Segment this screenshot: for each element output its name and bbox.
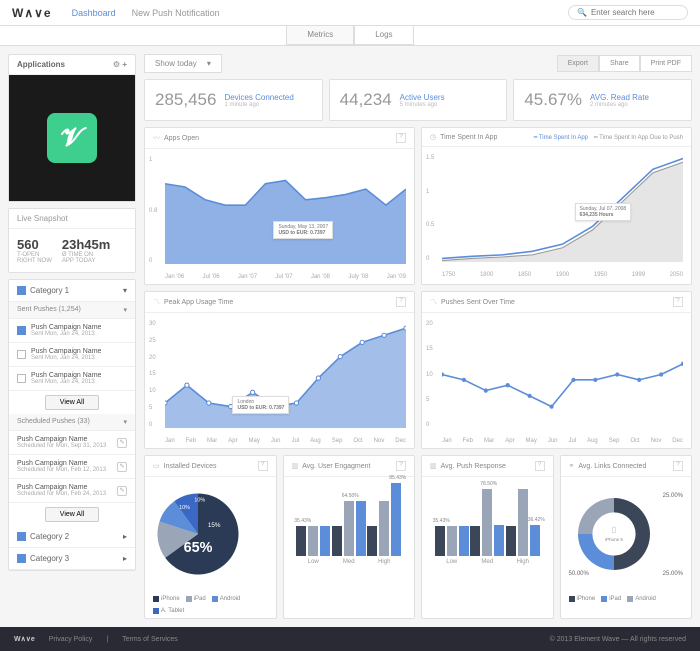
stat-card: 45.67%AVG. Read Rate2 minutes ago [513,79,692,121]
campaign-item[interactable]: Push Campaign NameSent Mon, Jan 24, 2013 [9,367,135,391]
svg-text:▯: ▯ [611,525,615,534]
svg-text:10%: 10% [179,505,190,511]
chart-icon: 〰 [153,133,160,143]
search-icon: 🔍 [577,8,587,17]
push-response-chart: ▥Avg. Push Response? 35.43%Low78.50%Med3… [421,455,554,619]
export-button[interactable]: Export [557,55,599,72]
footer-logo: W∧∨e [14,635,35,643]
open-now-value: 560 [17,237,52,252]
category-2[interactable]: Category 2▸ [9,526,135,548]
share-button[interactable]: Share [599,55,640,72]
checkbox-icon [17,286,26,295]
edit-icon[interactable]: ✎ [117,462,127,472]
scheduled-pushes-dropdown[interactable]: Scheduled Pushes (33)▾ [9,414,135,431]
search-box[interactable]: 🔍 [568,5,688,20]
help-icon[interactable]: ? [673,461,683,471]
plus-icon[interactable]: + [122,60,127,69]
help-icon[interactable]: ? [396,133,406,143]
applications-header: Applications ⚙ + [9,55,135,75]
gear-icon[interactable]: ⚙ [113,60,120,69]
edit-icon[interactable]: ✎ [117,438,127,448]
tab-metrics[interactable]: Metrics [286,26,354,45]
help-icon[interactable]: ? [396,297,406,307]
apps-open-chart: 〰Apps Open? 10.80Jan '06Jul '06Jan '07Ju… [144,127,415,285]
main-content: Show today▾ Export Share Print PDF 285,4… [144,54,692,619]
campaign-item[interactable]: Push Campaign NameScheduled for Mon, Feb… [9,479,135,503]
campaign-item[interactable]: Push Campaign NameScheduled for Mon, Sep… [9,431,135,455]
print-pdf-button[interactable]: Print PDF [640,55,692,72]
help-icon[interactable]: ? [535,461,545,471]
installed-devices-chart: ▭Installed Devices? 65%15%10%10% iPhonei… [144,455,277,619]
chevron-down-icon: ▾ [123,286,127,295]
clock-icon: ◷ [430,133,436,141]
nav-dashboard[interactable]: Dashboard [72,8,116,18]
tab-logs[interactable]: Logs [354,26,413,45]
view-all-button[interactable]: View All [45,507,99,522]
category-3[interactable]: Category 3▸ [9,548,135,570]
nav-push[interactable]: New Push Notification [132,8,220,18]
campaign-item[interactable]: Push Campaign NameScheduled for Mon, Feb… [9,455,135,479]
stat-card: 44,234Active Users5 minutes ago [329,79,508,121]
time-spent-chart: ◷Time Spent In App ━ Time Spent In App━ … [421,127,692,285]
peak-usage-chart: 〽Peak App Usage Time? 302520151050JanFeb… [144,291,415,449]
view-all-button[interactable]: View All [45,395,99,410]
sent-pushes-dropdown[interactable]: Sent Pushes (1,254)▾ [9,302,135,319]
chevron-down-icon: ▾ [207,59,211,68]
edit-icon[interactable]: ✎ [117,486,127,496]
svg-text:iPhone 5: iPhone 5 [605,537,623,542]
terms-link[interactable]: Terms of Services [122,636,178,643]
chevron-down-icon: ▾ [123,418,127,426]
live-snapshot-label: Live Snapshot [9,209,135,229]
device-icon: ▭ [153,462,160,470]
svg-text:65%: 65% [184,540,213,556]
help-icon[interactable]: ? [396,461,406,471]
help-icon[interactable]: ? [673,297,683,307]
sidebar: Applications ⚙ + 𝓥 Live Snapshot 560T-OP… [8,54,136,619]
chevron-down-icon: ▾ [123,306,127,314]
link-icon: ⚭ [569,462,575,470]
campaign-item[interactable]: Push Campaign NameSent Mon, Jan 24, 2013 [9,343,135,367]
bar-icon: ▥ [430,462,437,470]
pushes-sent-chart: 〽Pushes Sent Over Time? 20151050JanFebMa… [421,291,692,449]
sub-tabs: Metrics Logs [0,26,700,46]
search-input[interactable] [591,8,681,17]
vine-icon: 𝓥 [47,113,97,163]
bar-icon: ▥ [292,462,299,470]
app-tile[interactable]: 𝓥 [9,75,135,201]
top-bar: W∧∨e Dashboard New Push Notification 🔍 [0,0,700,26]
stat-card: 285,456Devices Connected1 minute ago [144,79,323,121]
svg-text:15%: 15% [208,522,221,529]
show-today-dropdown[interactable]: Show today▾ [144,54,222,73]
user-engagement-chart: ▥Avg. User Engagment? 35.43%Low64.50%Med… [283,455,416,619]
category-1[interactable]: Category 1▾ [9,280,135,302]
links-connected-chart: ⚭Avg. Links Connected? ▯iPhone 525.00%25… [560,455,693,619]
copyright: © 2013 Element Wave — All rights reserve… [550,636,686,643]
privacy-link[interactable]: Privacy Policy [49,636,93,643]
time-on-app-value: 23h45m [62,237,110,252]
campaign-item[interactable]: Push Campaign NameSent Mon, Jan 24, 2013 [9,319,135,343]
chart-icon: 〽 [153,297,160,307]
logo: W∧∨e [12,6,52,20]
svg-text:10%: 10% [194,498,205,504]
help-icon[interactable]: ? [258,461,268,471]
chart-icon: 〽 [430,297,437,307]
